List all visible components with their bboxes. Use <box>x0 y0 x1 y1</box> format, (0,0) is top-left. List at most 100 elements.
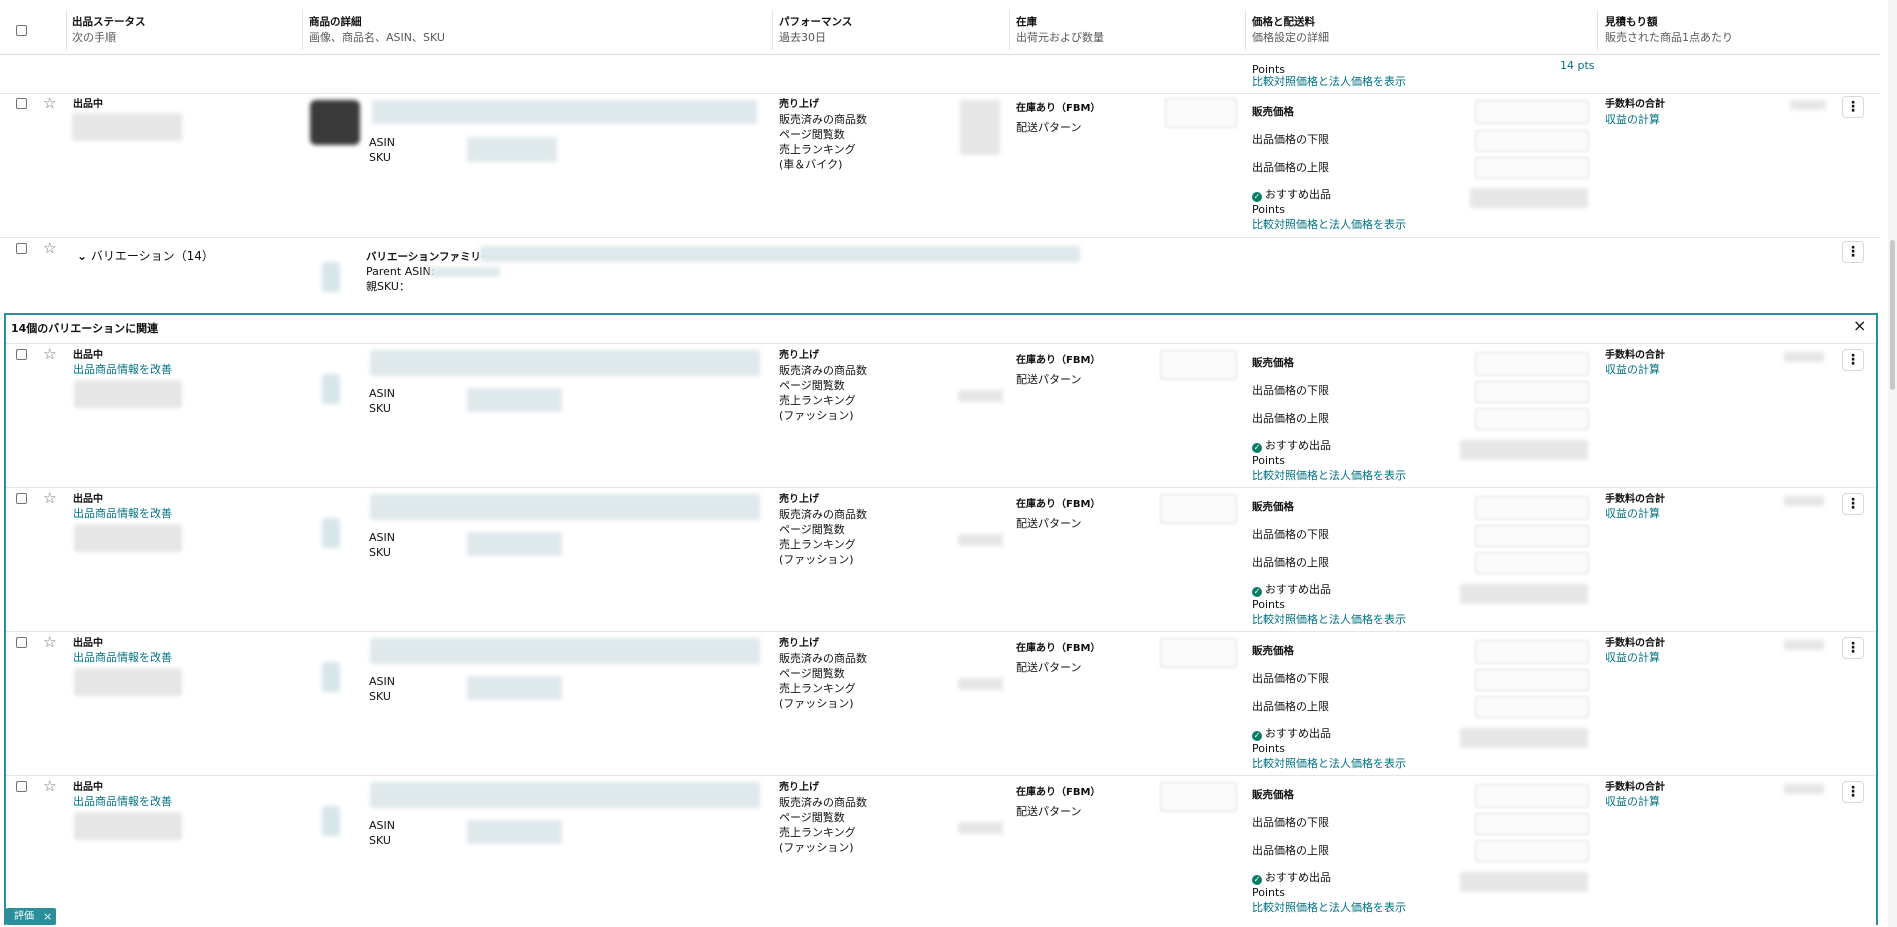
min-price-input[interactable] <box>1475 813 1589 835</box>
row-checkbox[interactable] <box>16 781 27 792</box>
redacted-text <box>72 113 182 141</box>
star-icon[interactable]: ☆ <box>43 779 56 794</box>
more-actions-icon[interactable]: ⋮ <box>1842 96 1864 118</box>
row-checkbox[interactable] <box>16 493 27 504</box>
close-icon[interactable]: × <box>1853 318 1866 334</box>
header-performance[interactable]: パフォーマンス 過去30日 <box>779 15 852 45</box>
shipping-template[interactable]: 配送パターン <box>1016 120 1081 135</box>
feedback-tag[interactable]: 評価 × <box>6 908 56 925</box>
compare-price-link[interactable]: 比較対照価格と法人価格を表示 <box>1252 74 1406 89</box>
header-stock[interactable]: 在庫 出荷元および数量 <box>1016 15 1104 45</box>
product-image[interactable] <box>322 806 340 836</box>
stock-status: 在庫あり（FBM） <box>1016 499 1101 510</box>
price-input[interactable] <box>1475 784 1589 808</box>
scrollbar-thumb[interactable] <box>1890 240 1895 390</box>
max-price-input[interactable] <box>1475 840 1589 862</box>
product-image[interactable] <box>322 662 340 692</box>
status-label: 出品中 <box>73 350 103 361</box>
product-image[interactable] <box>322 374 340 404</box>
profit-calc-link[interactable]: 収益の計算 <box>1605 362 1660 377</box>
max-price-input[interactable] <box>1475 552 1589 574</box>
product-image[interactable] <box>310 100 360 145</box>
more-actions-icon[interactable]: ⋮ <box>1842 241 1864 263</box>
min-price-input[interactable] <box>1475 130 1589 152</box>
max-price-input[interactable] <box>1475 696 1589 718</box>
min-price-input[interactable] <box>1475 525 1589 547</box>
table-header: 出品ステータス 次の手順 商品の詳細 画像、商品名、ASIN、SKU パフォーマ… <box>0 0 1880 55</box>
price-input[interactable] <box>1475 496 1589 520</box>
row-checkbox[interactable] <box>16 349 27 360</box>
quantity-input[interactable] <box>1160 638 1237 668</box>
row-checkbox[interactable] <box>16 243 27 254</box>
product-title-redacted[interactable] <box>372 100 757 124</box>
scrollbar-track[interactable] <box>1888 0 1897 927</box>
more-actions-icon[interactable]: ⋮ <box>1842 781 1864 803</box>
column-divider <box>772 10 773 50</box>
shipping-template[interactable]: 配送パターン <box>1016 516 1081 531</box>
improve-listing-link[interactable]: 出品商品情報を改善 <box>73 650 172 665</box>
profit-calc-link[interactable]: 収益の計算 <box>1605 794 1660 809</box>
compare-price-link[interactable]: 比較対照価格と法人価格を表示 <box>1252 217 1406 232</box>
select-all-checkbox[interactable] <box>16 25 27 36</box>
perf-sales: 売り上げ <box>779 494 819 505</box>
compare-price-link[interactable]: 比較対照価格と法人価格を表示 <box>1252 900 1406 915</box>
variation-toggle[interactable]: ⌄ バリエーション（14） <box>77 249 214 264</box>
compare-price-link[interactable]: 比較対照価格と法人価格を表示 <box>1252 468 1406 483</box>
quantity-input[interactable] <box>1160 494 1237 524</box>
perf-values-redacted <box>958 390 1003 402</box>
row-checkbox[interactable] <box>16 98 27 109</box>
star-icon[interactable]: ☆ <box>43 491 56 506</box>
more-actions-icon[interactable]: ⋮ <box>1842 349 1864 371</box>
recommended-price-redacted <box>1460 440 1588 460</box>
compare-price-link[interactable]: 比較対照価格と法人価格を表示 <box>1252 612 1406 627</box>
profit-calc-link[interactable]: 収益の計算 <box>1605 112 1660 127</box>
close-icon[interactable]: × <box>43 909 52 924</box>
improve-listing-link[interactable]: 出品商品情報を改善 <box>73 362 172 377</box>
more-actions-icon[interactable]: ⋮ <box>1842 493 1864 515</box>
star-icon[interactable]: ☆ <box>43 635 56 650</box>
check-icon: ✓ <box>1252 587 1262 597</box>
row-checkbox[interactable] <box>16 637 27 648</box>
product-title-redacted[interactable] <box>370 494 760 520</box>
star-icon[interactable]: ☆ <box>43 241 56 256</box>
header-price[interactable]: 価格と配送料 価格設定の詳細 <box>1252 15 1329 45</box>
star-icon[interactable]: ☆ <box>43 347 56 362</box>
more-actions-icon[interactable]: ⋮ <box>1842 637 1864 659</box>
shipping-template[interactable]: 配送パターン <box>1016 372 1081 387</box>
header-product[interactable]: 商品の詳細 画像、商品名、ASIN、SKU <box>309 15 445 45</box>
asin-label: ASIN <box>369 531 395 544</box>
price-input[interactable] <box>1475 352 1589 376</box>
header-status[interactable]: 出品ステータス 次の手順 <box>72 15 146 45</box>
perf-views: ページ閲覧数 <box>779 667 845 680</box>
shipping-template[interactable]: 配送パターン <box>1016 660 1081 675</box>
max-price-label: 出品価格の上限 <box>1252 161 1329 174</box>
product-image[interactable] <box>322 262 340 292</box>
shipping-template[interactable]: 配送パターン <box>1016 804 1081 819</box>
product-title-redacted[interactable] <box>370 782 760 808</box>
perf-units: 販売済みの商品数 <box>779 113 867 126</box>
row-divider <box>0 237 1880 238</box>
compare-price-link[interactable]: 比較対照価格と法人価格を表示 <box>1252 756 1406 771</box>
improve-listing-link[interactable]: 出品商品情報を改善 <box>73 506 172 521</box>
quantity-input[interactable] <box>1165 98 1237 128</box>
min-price-input[interactable] <box>1475 669 1589 691</box>
star-icon[interactable]: ☆ <box>43 96 56 111</box>
quantity-input[interactable] <box>1160 782 1237 812</box>
product-image[interactable] <box>322 518 340 548</box>
product-title-redacted[interactable] <box>370 638 760 664</box>
header-estimate[interactable]: 見積もり額 販売された商品1点あたり <box>1605 15 1733 45</box>
price-label: 販売価格 <box>1252 501 1294 513</box>
max-price-input[interactable] <box>1475 408 1589 430</box>
max-price-input[interactable] <box>1475 157 1589 179</box>
min-price-label: 出品価格の下限 <box>1252 672 1329 685</box>
profit-calc-link[interactable]: 収益の計算 <box>1605 506 1660 521</box>
price-input[interactable] <box>1475 640 1589 664</box>
product-title-redacted[interactable] <box>370 350 760 376</box>
min-price-input[interactable] <box>1475 381 1589 403</box>
parent-asin-label: Parent ASIN: <box>366 265 435 278</box>
price-input[interactable] <box>1475 100 1589 124</box>
profit-calc-link[interactable]: 収益の計算 <box>1605 650 1660 665</box>
price-label: 販売価格 <box>1252 789 1294 801</box>
improve-listing-link[interactable]: 出品商品情報を改善 <box>73 794 172 809</box>
quantity-input[interactable] <box>1160 350 1237 380</box>
